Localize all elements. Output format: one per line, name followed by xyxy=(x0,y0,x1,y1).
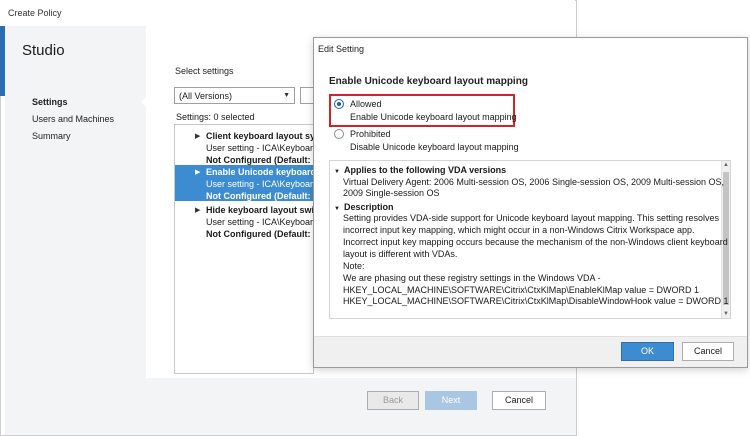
setting-name: Client keyboard layout syn xyxy=(206,131,314,141)
settings-count: Settings: 0 selected xyxy=(176,112,255,122)
setting-config: Not Configured (Default: Pr xyxy=(206,191,314,201)
scroll-down-icon[interactable]: ▼ xyxy=(722,311,730,317)
studio-brand: Studio xyxy=(22,42,65,59)
description-line: HKEY_LOCAL_MACHINE\SOFTWARE\Citrix\CtxKl… xyxy=(343,296,729,306)
dialog-cancel-button[interactable]: Cancel xyxy=(682,342,734,361)
applies-line: Virtual Delivery Agent: 2006 Multi-sessi… xyxy=(343,177,725,187)
description-line: Setting provides VDA-side support for Un… xyxy=(343,213,720,223)
setting-category: User setting - ICA\Keyboard xyxy=(206,143,314,153)
allowed-radio[interactable] xyxy=(334,99,344,109)
versions-dropdown[interactable]: (All Versions) ▼ xyxy=(174,87,295,104)
prohibited-description: Disable Unicode keyboard layout mapping xyxy=(350,142,519,152)
allowed-label[interactable]: Allowed xyxy=(350,99,382,109)
description-line: We are phasing out these registry settin… xyxy=(343,273,601,283)
next-button[interactable]: Next xyxy=(425,391,477,410)
expand-arrow-icon[interactable]: ▶ xyxy=(195,168,200,176)
applies-section-header[interactable]: ▼ Applies to the following VDA versions xyxy=(334,165,506,175)
description-line: incorrect input key mapping, which might… xyxy=(343,225,695,235)
wizard-nav-panel xyxy=(5,26,146,435)
prohibited-radio[interactable] xyxy=(334,129,344,139)
nav-item-summary[interactable]: Summary xyxy=(32,131,71,141)
list-item[interactable]: ▶ Client keyboard layout syn User settin… xyxy=(175,129,314,165)
select-settings-label: Select settings xyxy=(175,66,234,76)
setting-config: Not Configured (Default: Di xyxy=(206,229,314,239)
prohibited-label[interactable]: Prohibited xyxy=(350,129,391,139)
expand-arrow-icon[interactable]: ▶ xyxy=(195,206,200,214)
description-heading: Description xyxy=(343,202,394,212)
chevron-down-icon: ▼ xyxy=(283,92,290,99)
applies-heading: Applies to the following VDA versions xyxy=(343,165,507,175)
dialog-title: Edit Setting xyxy=(318,44,365,54)
filter-field[interactable] xyxy=(300,87,314,104)
collapse-triangle-icon: ▼ xyxy=(334,206,340,212)
back-button[interactable]: Back xyxy=(367,391,419,410)
setting-name: Enable Unicode keyboard xyxy=(206,167,314,177)
nav-item-settings[interactable]: Settings xyxy=(32,97,68,107)
allowed-description: Enable Unicode keyboard layout mapping xyxy=(350,112,517,122)
nav-item-users-and-machines[interactable]: Users and Machines xyxy=(32,114,114,124)
create-policy-titlebar: Create Policy xyxy=(0,0,575,26)
expand-arrow-icon[interactable]: ▶ xyxy=(195,132,200,140)
setting-config: Not Configured (Default: Di xyxy=(206,155,314,165)
window-title: Create Policy xyxy=(8,8,62,18)
description-section-header[interactable]: ▼ Description xyxy=(334,202,393,212)
scroll-up-icon[interactable]: ▲ xyxy=(722,162,730,168)
cancel-button[interactable]: Cancel xyxy=(492,391,546,410)
setting-category: User setting - ICA\Keyboard xyxy=(206,179,314,189)
ok-button[interactable]: OK xyxy=(621,342,674,361)
setting-name: Hide keyboard layout swit xyxy=(206,205,314,215)
versions-dropdown-value: (All Versions) xyxy=(179,91,233,101)
collapse-triangle-icon: ▼ xyxy=(334,169,340,175)
description-line: Incorrect input key mapping occurs becau… xyxy=(343,237,728,247)
description-line: layout is different with VDAs. xyxy=(343,249,458,259)
applies-line: 2009 Single-session OS xyxy=(343,188,440,198)
description-line: HKEY_LOCAL_MACHINE\SOFTWARE\Citrix\CtxKl… xyxy=(343,285,700,295)
list-item-selected[interactable]: ▶ Enable Unicode keyboard User setting -… xyxy=(175,165,314,201)
setting-category: User setting - ICA\Keyboard xyxy=(206,217,314,227)
setting-heading: Enable Unicode keyboard layout mapping xyxy=(329,76,528,87)
settings-list[interactable]: ▶ Client keyboard layout syn User settin… xyxy=(174,124,314,374)
list-item[interactable]: ▶ Hide keyboard layout swit User setting… xyxy=(175,203,314,239)
description-line: Note: xyxy=(343,261,365,271)
